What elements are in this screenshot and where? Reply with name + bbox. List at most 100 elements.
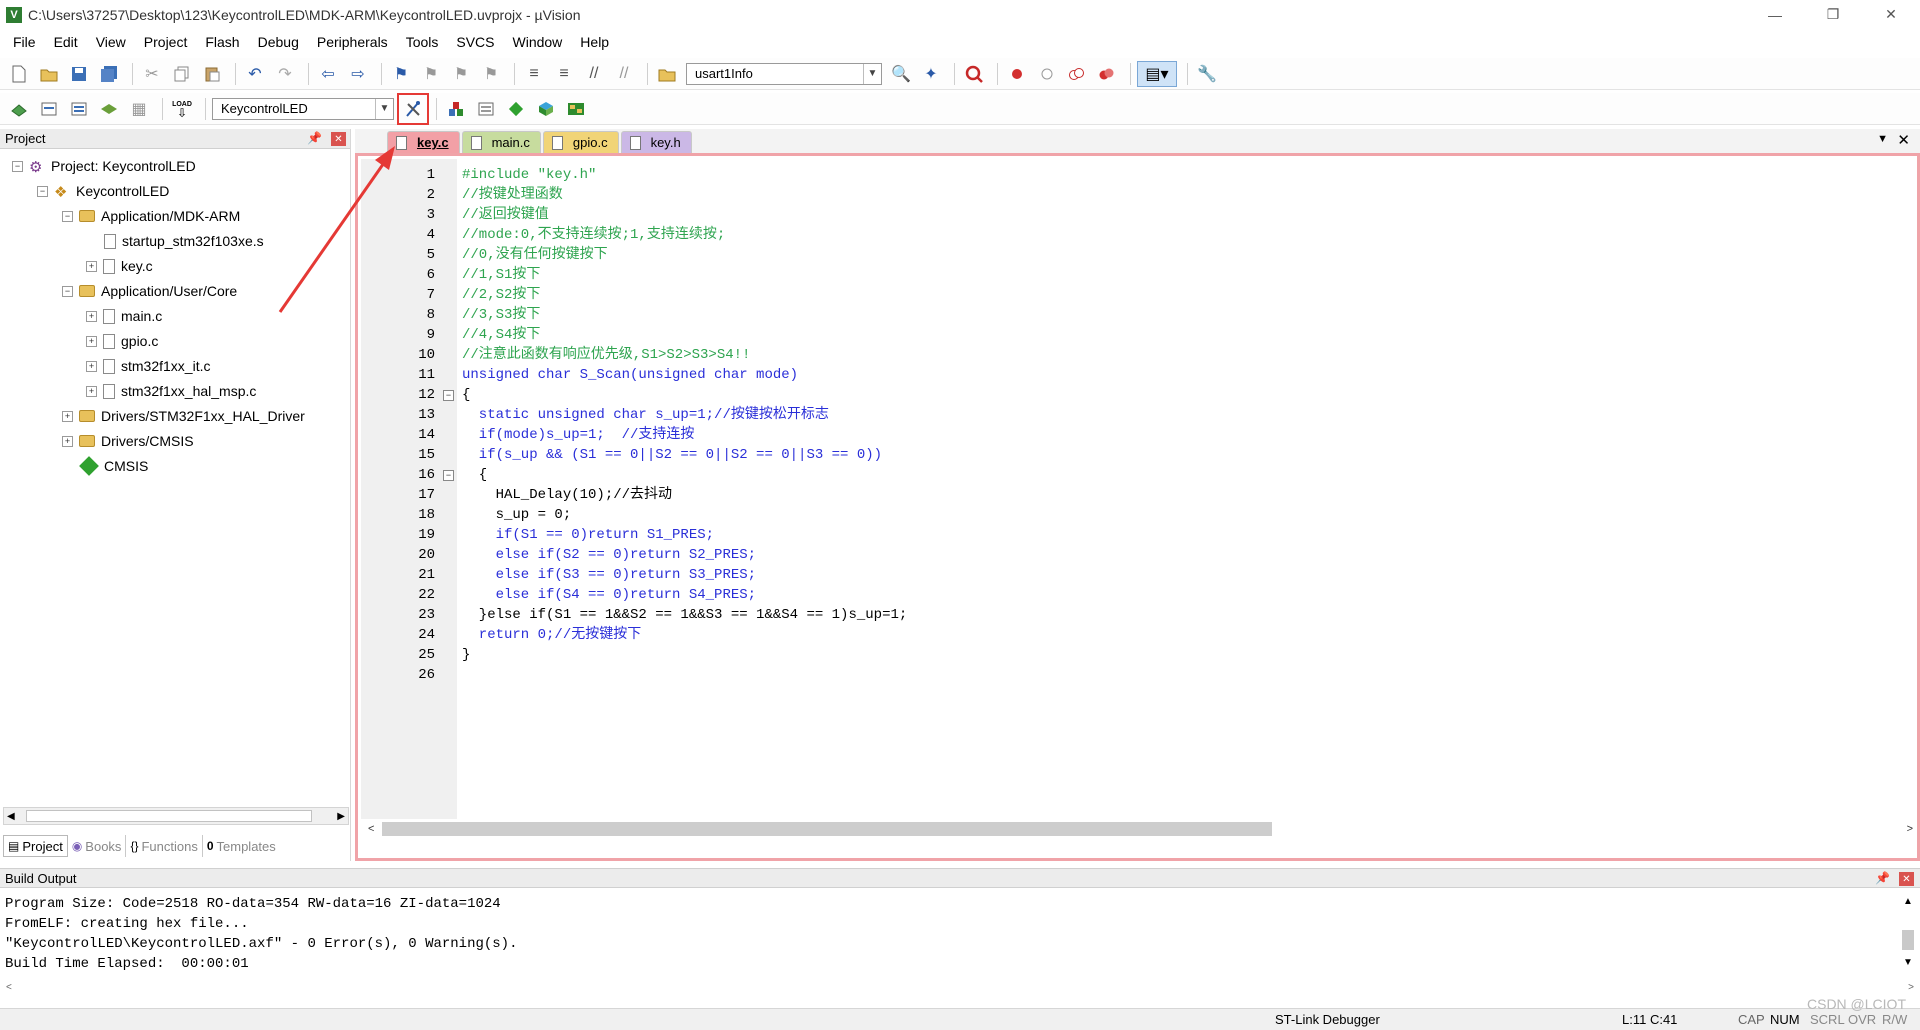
expand-icon[interactable]: + [86,260,97,272]
software-packs-icon[interactable] [563,96,589,122]
code-line[interactable]: if(mode)s_up=1; //支持连按 [462,425,1902,445]
tree-item-group-cmsis[interactable]: + Drivers/CMSIS [62,430,194,452]
tab-list-dropdown-icon[interactable]: ▼ [1877,133,1888,145]
scroll-right-icon[interactable]: > [1907,823,1913,835]
bookmark-prev-icon[interactable]: ⚑ [418,61,444,87]
batch-build-icon[interactable] [96,96,122,122]
tree-item-group-mdk-arm[interactable]: − Application/MDK-ARM [62,205,240,227]
breakpoint-kill-all-icon[interactable] [1094,61,1120,87]
minimize-button[interactable]: — [1746,0,1804,29]
menu-window[interactable]: Window [504,34,572,50]
tab-project[interactable]: ▤ Project [3,835,68,857]
cut-icon[interactable]: ✂ [139,61,165,87]
code-line[interactable]: //4,S4按下 [462,325,1902,345]
uncomment-icon[interactable]: // [611,61,637,87]
manage-project-items-icon[interactable] [443,96,469,122]
code-line[interactable]: //0,没有任何按键按下 [462,245,1902,265]
find-icon[interactable]: 🔍 [888,61,914,87]
menu-tools[interactable]: Tools [397,34,448,50]
stop-build-icon[interactable]: ▦ [126,96,152,122]
build-output-text[interactable]: Program Size: Code=2518 RO-data=354 RW-d… [5,894,517,974]
manage-run-time-environment-icon[interactable] [503,96,529,122]
tree-item-startup-file[interactable]: startup_stm32f103xe.s [104,230,264,252]
scroll-up-icon[interactable]: ▲ [1903,896,1913,907]
save-all-icon[interactable] [96,61,122,87]
comment-icon[interactable]: // [581,61,607,87]
code-line[interactable]: //mode:0,不支持连续按;1,支持连续按; [462,225,1902,245]
tab-books[interactable]: ◉ Books [68,835,127,857]
code-line[interactable]: #include "key.h" [462,165,1902,185]
tree-item-it-c[interactable]: + stm32f1xx_it.c [86,355,210,377]
menu-peripherals[interactable]: Peripherals [308,34,397,50]
indent-icon[interactable]: ≡ [521,61,547,87]
expand-icon[interactable]: + [86,385,97,397]
navigate-back-icon[interactable]: ⇦ [315,61,341,87]
tree-item-hal-msp-c[interactable]: + stm32f1xx_hal_msp.c [86,380,256,402]
build-output-horizontal-scrollbar[interactable]: < > [0,982,1920,998]
menu-debug[interactable]: Debug [249,34,308,50]
code-line[interactable]: } [462,645,1902,665]
menu-file[interactable]: File [4,34,45,50]
close-icon[interactable]: ✕ [1899,872,1914,886]
code-line[interactable]: static unsigned char s_up=1;//按键按松开标志 [462,405,1902,425]
close-tab-icon[interactable]: ✕ [1897,131,1910,149]
debug-session-icon[interactable] [961,61,987,87]
fold-collapse-icon[interactable]: − [443,470,454,481]
code-line[interactable] [462,665,1902,685]
menu-view[interactable]: View [87,34,135,50]
breakpoint-insert-icon[interactable] [1004,61,1030,87]
download-load-icon[interactable]: LOAD ⇩ [169,96,195,122]
collapse-icon[interactable]: − [37,185,48,197]
expand-icon[interactable]: + [62,435,73,447]
build-icon[interactable] [36,96,62,122]
code-line[interactable]: { [462,465,1902,485]
bookmark-next-icon[interactable]: ⚑ [448,61,474,87]
scroll-left-icon[interactable]: < [6,982,12,998]
code-line[interactable]: //按键处理函数 [462,185,1902,205]
tab-main-c[interactable]: main.c [461,131,541,153]
tree-item-cmsis[interactable]: CMSIS [79,455,148,477]
save-icon[interactable] [66,61,92,87]
scrollbar-thumb[interactable] [26,810,312,822]
select-packs-icon[interactable] [473,96,499,122]
rebuild-icon[interactable] [66,96,92,122]
expand-icon[interactable]: + [62,410,73,422]
editor-horizontal-scrollbar[interactable]: < > [364,819,1917,839]
code-line[interactable]: else if(S4 == 0)return S4_PRES; [462,585,1902,605]
breakpoint-disable-all-icon[interactable] [1064,61,1090,87]
code-line[interactable]: HAL_Delay(10);//去抖动 [462,485,1902,505]
code-line[interactable]: //返回按键值 [462,205,1902,225]
window-layout-icon[interactable]: ▤▾ [1137,60,1177,87]
close-button[interactable]: ✕ [1862,0,1920,29]
navigate-forward-icon[interactable]: ⇨ [345,61,371,87]
new-file-icon[interactable] [6,61,32,87]
menu-svcs[interactable]: SVCS [447,34,503,50]
find-combo[interactable]: usart1Info ▼ [686,62,882,85]
fold-collapse-icon[interactable]: − [443,390,454,401]
pin-icon[interactable]: 📌 [1875,871,1890,885]
open-folder-icon[interactable] [36,61,62,87]
scrollbar-thumb[interactable] [382,822,1272,836]
code-line[interactable]: //2,S2按下 [462,285,1902,305]
tab-gpio-c[interactable]: gpio.c [542,131,619,153]
menu-project[interactable]: Project [135,34,197,50]
code-line[interactable]: //1,S1按下 [462,265,1902,285]
scroll-left-icon[interactable]: < [368,823,374,835]
code-text[interactable]: #include "key.h"//按键处理函数//返回按键值//mode:0,… [462,165,1902,685]
bookmark-clear-icon[interactable]: ⚑ [478,61,504,87]
tree-item-target[interactable]: − ❖ KeycontrolLED [37,180,169,202]
target-select[interactable]: KeycontrolLED ▼ [212,97,394,120]
expand-icon[interactable]: + [86,360,97,372]
translate-icon[interactable] [6,96,32,122]
close-icon[interactable]: ✕ [331,132,346,146]
collapse-icon[interactable]: − [12,160,23,172]
code-line[interactable]: if(S1 == 0)return S1_PRES; [462,525,1902,545]
tab-templates[interactable]: 0 Templates [203,835,280,857]
collapse-icon[interactable]: − [62,285,73,297]
tree-item-group-user-core[interactable]: − Application/User/Core [62,280,237,302]
tab-key-c[interactable]: key.c [387,131,460,153]
tab-key-h[interactable]: key.h [620,131,692,153]
build-output-vertical-scrollbar[interactable]: ▲ ▼ [1900,896,1916,968]
tree-item-key-c[interactable]: + key.c [86,255,153,277]
collapse-icon[interactable]: − [62,210,73,222]
